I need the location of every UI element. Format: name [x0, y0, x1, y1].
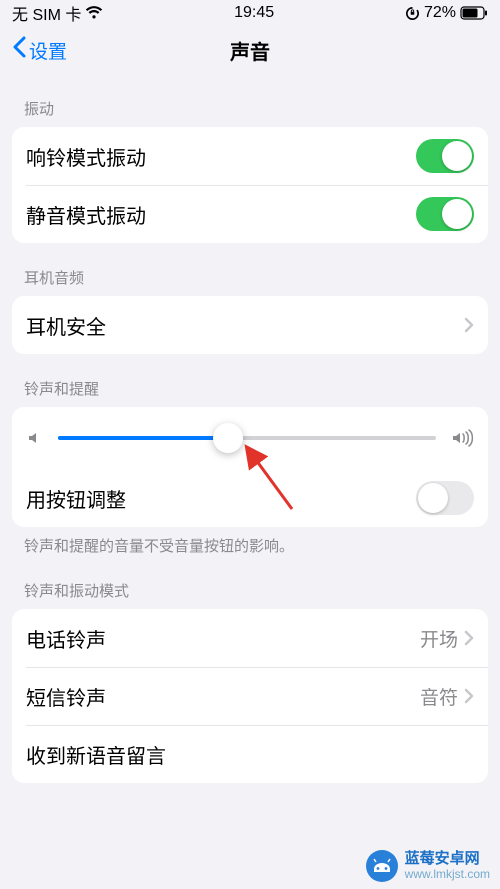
watermark-url: www.lmkjst.com [405, 868, 490, 881]
nav-back-button[interactable]: 设置 [12, 36, 67, 64]
row-new-voicemail[interactable]: 收到新语音留言 [12, 725, 488, 783]
watermark-brand: 蓝莓安卓网 [405, 851, 490, 868]
chevron-right-icon [464, 317, 474, 333]
group-sound-patterns: 电话铃声 开场 短信铃声 音符 收到新语音留言 [12, 609, 488, 783]
row-ringer-volume [12, 407, 488, 469]
page-title: 声音 [0, 36, 500, 65]
watermark: 蓝莓安卓网 www.lmkjst.com [365, 849, 490, 883]
row-label: 耳机安全 [26, 311, 106, 340]
row-label: 电话铃声 [26, 624, 106, 653]
row-text-tone[interactable]: 短信铃声 音符 [12, 667, 488, 725]
slider-fill [58, 436, 228, 440]
section-header-sound-patterns: 铃声和振动模式 [12, 556, 488, 609]
ringer-volume-slider[interactable] [58, 436, 436, 440]
chevron-right-icon [464, 630, 474, 646]
battery-percent: 72% [424, 4, 456, 22]
row-vibrate-on-ring[interactable]: 响铃模式振动 [12, 127, 488, 185]
group-vibration: 响铃模式振动 静音模式振动 [12, 127, 488, 243]
row-label: 静音模式振动 [26, 200, 146, 229]
row-vibrate-on-silent[interactable]: 静音模式振动 [12, 185, 488, 243]
row-value: 开场 [420, 625, 458, 652]
row-label: 收到新语音留言 [26, 740, 166, 769]
row-headphone-safety[interactable]: 耳机安全 [12, 296, 488, 354]
section-header-headphone: 耳机音频 [12, 243, 488, 296]
sim-status: 无 SIM 卡 [12, 1, 81, 25]
section-footer-ringer: 铃声和提醒的音量不受音量按钮的影响。 [12, 527, 488, 556]
slider-thumb[interactable] [213, 423, 243, 453]
row-label: 响铃模式振动 [26, 142, 146, 171]
volume-min-icon [26, 429, 44, 447]
chevron-left-icon [12, 36, 27, 64]
group-ringer: 用按钮调整 [12, 407, 488, 527]
row-label: 短信铃声 [26, 682, 106, 711]
wifi-icon [85, 6, 103, 20]
nav-bar: 设置 声音 [0, 26, 500, 74]
nav-back-label: 设置 [29, 37, 67, 64]
row-value: 音符 [420, 683, 458, 710]
status-time: 19:45 [234, 4, 274, 22]
row-ringtone[interactable]: 电话铃声 开场 [12, 609, 488, 667]
watermark-logo-icon [365, 849, 399, 883]
section-header-vibration: 振动 [12, 74, 488, 127]
switch-change-with-buttons[interactable] [416, 481, 474, 515]
chevron-right-icon [464, 688, 474, 704]
switch-vibrate-on-silent[interactable] [416, 197, 474, 231]
row-label: 用按钮调整 [26, 484, 126, 513]
row-change-with-buttons[interactable]: 用按钮调整 [12, 469, 488, 527]
volume-max-icon [450, 429, 474, 447]
section-header-ringer: 铃声和提醒 [12, 354, 488, 407]
content: 振动 响铃模式振动 静音模式振动 耳机音频 耳机安全 铃声和提醒 [0, 74, 500, 783]
orientation-lock-icon [405, 6, 420, 21]
battery-icon [460, 6, 488, 20]
status-bar: 无 SIM 卡 19:45 72% [0, 0, 500, 26]
switch-vibrate-on-ring[interactable] [416, 139, 474, 173]
group-headphone: 耳机安全 [12, 296, 488, 354]
